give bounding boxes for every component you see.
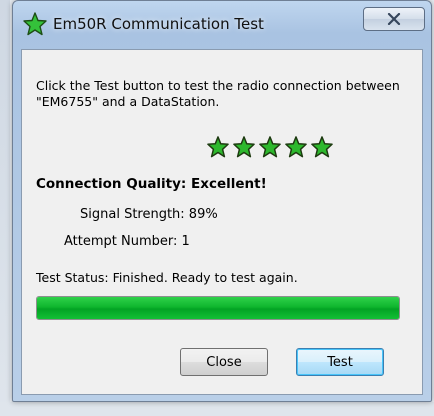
star-icon (285, 136, 307, 158)
window-close-button[interactable] (363, 7, 425, 31)
close-icon (387, 13, 401, 25)
star-icon (233, 136, 255, 158)
background-app (0, 0, 10, 416)
progress-bar (36, 296, 400, 320)
quality-stars (207, 136, 333, 158)
star-icon (311, 136, 333, 158)
attempt-number-label: Attempt Number: 1 (64, 234, 190, 249)
background-app-bottom (0, 402, 434, 416)
dialog-content: Click the Test button to test the radio … (21, 49, 423, 395)
test-button[interactable]: Test (296, 348, 384, 376)
star-icon (207, 136, 229, 158)
connection-quality-label: Connection Quality: Excellent! (36, 176, 267, 192)
window-title: Em50R Communication Test (53, 15, 264, 33)
close-button[interactable]: Close (180, 348, 268, 376)
progress-fill (37, 297, 399, 319)
title-bar[interactable]: Em50R Communication Test (13, 1, 431, 49)
star-icon (259, 136, 281, 158)
signal-strength-label: Signal Strength: 89% (80, 207, 218, 222)
instructions-text: Click the Test button to test the radio … (36, 78, 400, 109)
dialog-window: Em50R Communication Test Click the Test … (12, 0, 432, 402)
test-status-label: Test Status: Finished. Ready to test aga… (36, 270, 298, 285)
green-star-icon (23, 12, 47, 36)
